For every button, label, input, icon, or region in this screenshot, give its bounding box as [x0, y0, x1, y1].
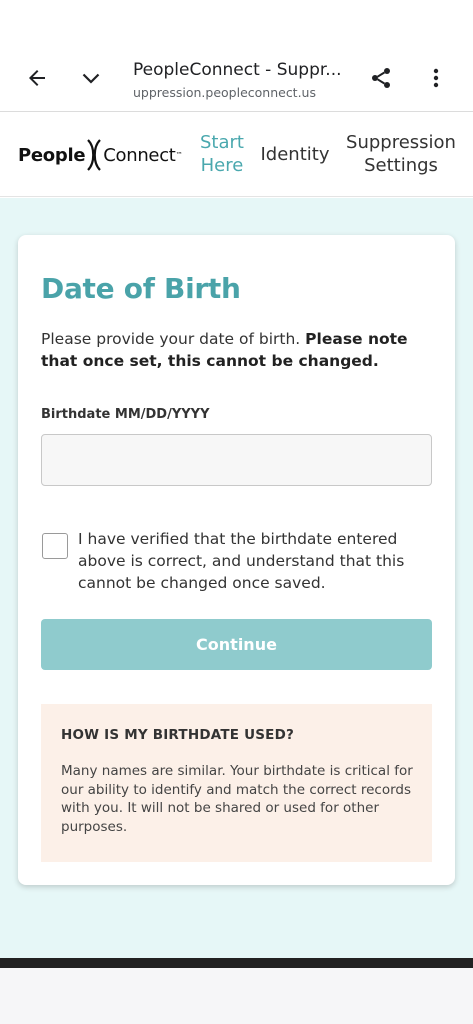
intro-plain-text: Please provide your date of birth.	[41, 330, 306, 348]
chevron-down-icon[interactable]	[73, 60, 109, 96]
page-title: Date of Birth	[41, 272, 241, 305]
info-text: Many names are similar. Your birthdate i…	[61, 763, 413, 835]
logo-trademark: ™	[175, 151, 183, 159]
nav-identity[interactable]: Identity	[260, 143, 330, 166]
info-title: HOW IS MY BIRTHDATE USED?	[61, 727, 295, 743]
share-icon[interactable]	[363, 60, 399, 96]
system-navigation-bar	[0, 968, 473, 1024]
tab-title: PeopleConnect - Suppr...	[133, 60, 342, 80]
status-bar	[0, 0, 473, 50]
peopleconnect-logo[interactable]: People Connect ™	[18, 139, 183, 171]
logo-connect-text: Connect	[103, 144, 176, 166]
back-arrow-icon[interactable]	[19, 60, 55, 96]
logo-people-text: People	[18, 144, 86, 166]
address-bar[interactable]: PeopleConnect - Suppr... uppression.peop…	[133, 59, 358, 102]
date-of-birth-card: Date of Birth Please provide your date o…	[18, 235, 455, 885]
url-text: uppression.peopleconnect.us	[133, 85, 316, 100]
logo-x-icon	[87, 139, 102, 171]
bottom-divider	[0, 958, 473, 968]
birthdate-input[interactable]	[41, 434, 432, 486]
site-header: People Connect ™ Start Here Identity Supp…	[0, 113, 473, 197]
nav-suppression-settings[interactable]: Suppression Settings	[345, 131, 457, 177]
browser-toolbar: PeopleConnect - Suppr... uppression.peop…	[0, 50, 473, 112]
verify-checkbox[interactable]	[42, 533, 68, 559]
nav-start-here[interactable]: Start Here	[198, 131, 246, 177]
intro-text: Please provide your date of birth. Pleas…	[41, 328, 441, 372]
birthdate-label: Birthdate MM/DD/YYYY	[41, 407, 210, 422]
more-vert-icon[interactable]	[418, 60, 454, 96]
info-box: HOW IS MY BIRTHDATE USED? Many names are…	[41, 704, 432, 862]
continue-button[interactable]: Continue	[41, 619, 432, 670]
verify-checkbox-label[interactable]: I have verified that the birthdate enter…	[78, 528, 428, 594]
